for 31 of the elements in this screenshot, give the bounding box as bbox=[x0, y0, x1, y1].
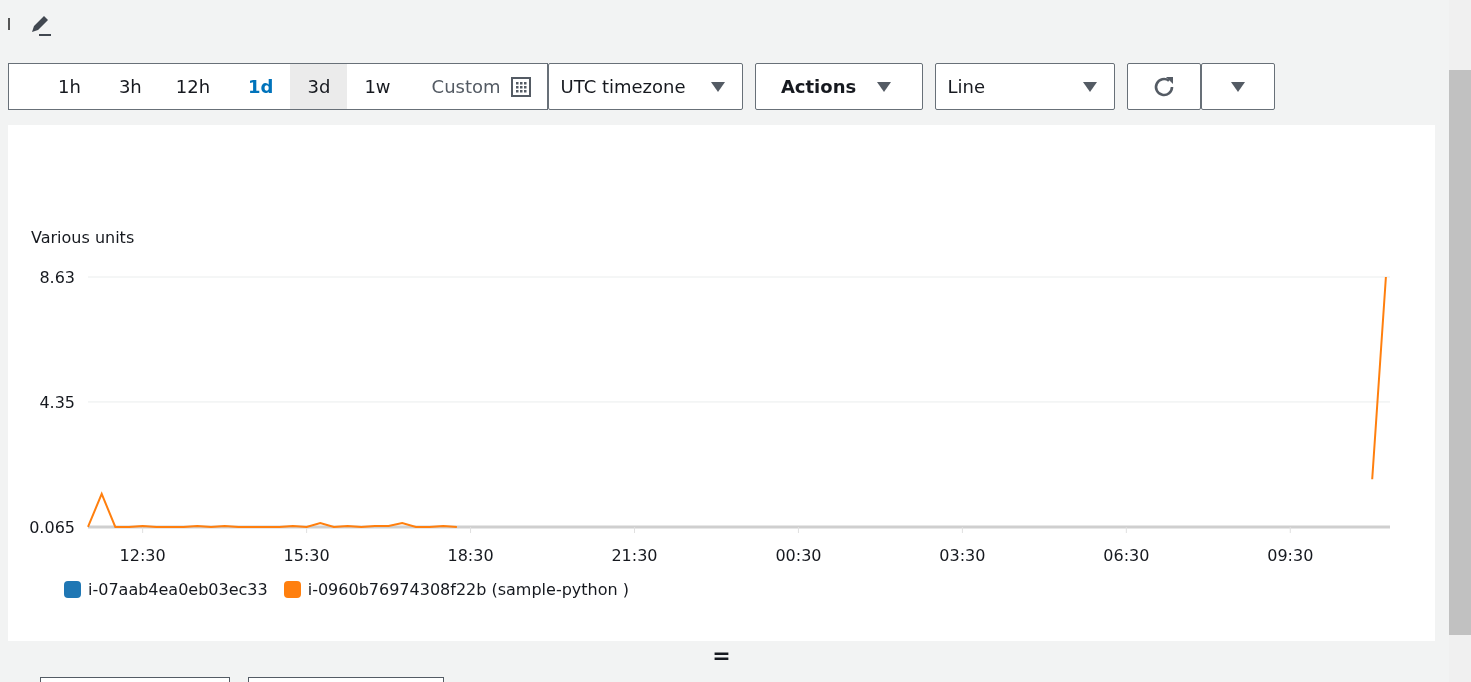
y-axis-label: Various units bbox=[31, 228, 135, 247]
caret-down-icon bbox=[876, 80, 893, 93]
y-tick-label: 0.065 bbox=[29, 518, 75, 537]
x-tick-label: 21:30 bbox=[611, 546, 658, 565]
chart-type-dropdown[interactable]: Line bbox=[934, 63, 1115, 110]
x-tick-label: 18:30 bbox=[447, 546, 494, 565]
custom-range-button[interactable]: Custom bbox=[411, 64, 547, 109]
timezone-dropdown[interactable]: UTC timezone bbox=[547, 63, 743, 110]
resize-handle[interactable]: = bbox=[712, 645, 731, 667]
edit-icon[interactable] bbox=[30, 14, 52, 36]
calendar-icon bbox=[510, 76, 531, 97]
partial-button[interactable] bbox=[248, 677, 444, 682]
caret-down-icon bbox=[1229, 80, 1246, 93]
time-range-tab[interactable]: 3d bbox=[290, 64, 348, 109]
partial-button[interactable] bbox=[40, 677, 230, 682]
x-tick-label: 09:30 bbox=[1267, 546, 1314, 565]
refresh-button[interactable] bbox=[1126, 63, 1201, 110]
refresh-options-button[interactable] bbox=[1200, 63, 1275, 110]
actions-dropdown[interactable]: Actions bbox=[754, 63, 923, 110]
x-tick-label: 06:30 bbox=[1103, 546, 1150, 565]
y-tick-label: 4.35 bbox=[39, 392, 75, 412]
x-tick-label: 03:30 bbox=[939, 546, 986, 565]
x-tick-label: 12:30 bbox=[119, 546, 166, 565]
x-tick-label: 15:30 bbox=[283, 546, 330, 565]
legend-label[interactable]: i-0960b76974308f22b (sample-python ) bbox=[307, 580, 629, 599]
caret-down-icon bbox=[1081, 80, 1098, 93]
caret-down-icon bbox=[709, 80, 726, 93]
cursor-mark bbox=[8, 18, 10, 30]
y-tick-label: 8.63 bbox=[39, 268, 75, 287]
x-tick-label: 00:30 bbox=[775, 546, 822, 565]
legend-label[interactable]: i-07aab4ea0eb03ec33 bbox=[88, 580, 268, 599]
